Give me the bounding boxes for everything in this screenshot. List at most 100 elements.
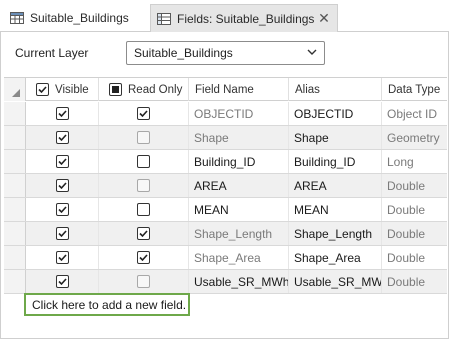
fields-table-icon <box>157 12 171 25</box>
table-icon <box>10 12 24 24</box>
alias-cell[interactable]: AREA <box>289 174 382 197</box>
visible-checkbox[interactable] <box>55 251 69 264</box>
data-type-cell[interactable]: Double <box>382 270 447 293</box>
tab-label: Suitable_Buildings <box>30 11 129 25</box>
close-icon[interactable]: ✕ <box>317 10 331 26</box>
visible-checkbox[interactable] <box>55 131 69 144</box>
read-only-cell[interactable] <box>99 126 189 149</box>
alias-cell[interactable]: Shape <box>289 126 382 149</box>
alias-cell[interactable]: Building_ID <box>289 150 382 173</box>
column-header-field-name[interactable]: Field Name <box>189 78 289 101</box>
visible-checkbox[interactable] <box>55 107 69 120</box>
table-row[interactable]: OBJECTID OBJECTID Object ID <box>4 102 447 126</box>
tab-suitable-buildings[interactable]: Suitable_Buildings <box>4 4 150 32</box>
data-type-cell[interactable]: Geometry <box>382 126 447 149</box>
visible-cell[interactable] <box>26 246 99 269</box>
column-header-data-type[interactable]: Data Type <box>382 78 447 101</box>
corner-triangle-icon <box>12 89 20 97</box>
visible-cell[interactable] <box>26 222 99 245</box>
row-selector[interactable] <box>4 150 26 173</box>
data-type-cell[interactable]: Double <box>382 174 447 197</box>
visible-cell[interactable] <box>26 198 99 221</box>
read-only-cell[interactable] <box>99 198 189 221</box>
read-only-cell[interactable] <box>99 150 189 173</box>
read-only-cell[interactable] <box>99 222 189 245</box>
row-selector[interactable] <box>4 222 26 245</box>
visible-checkbox[interactable] <box>55 155 69 168</box>
select-all-corner[interactable] <box>4 78 26 101</box>
data-type-cell[interactable]: Object ID <box>382 102 447 125</box>
read-only-checkbox <box>137 275 150 288</box>
field-name-cell[interactable]: Shape_Length <box>189 222 289 245</box>
column-header-read-only[interactable]: Read Only <box>99 78 189 101</box>
table-row[interactable]: Shape Shape Geometry <box>4 126 447 150</box>
row-selector[interactable] <box>4 198 26 221</box>
row-selector[interactable] <box>4 174 26 197</box>
table-row[interactable]: Building_ID Building_ID Long <box>4 150 447 174</box>
read-only-all-checkbox[interactable] <box>109 83 122 96</box>
row-selector[interactable] <box>4 126 26 149</box>
read-only-checkbox <box>137 179 150 192</box>
visible-checkbox[interactable] <box>55 203 69 216</box>
read-only-cell[interactable] <box>99 246 189 269</box>
field-name-cell[interactable]: Shape_Area <box>189 246 289 269</box>
chevron-down-icon <box>307 49 317 55</box>
current-layer-label: Current Layer <box>15 46 89 60</box>
tab-strip: Suitable_Buildings Fields: Suitable_Buil… <box>0 0 449 32</box>
table-row[interactable]: Usable_SR_MWh Usable_SR_MWh Double <box>4 270 447 294</box>
field-name-cell[interactable]: Shape <box>189 126 289 149</box>
visible-checkbox[interactable] <box>55 227 69 240</box>
tab-label: Fields: Suitable_Buildings <box>177 11 315 26</box>
visible-cell[interactable] <box>26 270 99 293</box>
column-header-label: Visible <box>55 83 89 96</box>
field-name-cell[interactable]: OBJECTID <box>189 102 289 125</box>
read-only-checkbox[interactable] <box>137 155 150 168</box>
field-name-cell[interactable]: Building_ID <box>189 150 289 173</box>
tab-fields[interactable]: Fields: Suitable_Buildings ✕ <box>150 4 338 32</box>
alias-cell[interactable]: Shape_Length <box>289 222 382 245</box>
alias-cell[interactable]: Shape_Area <box>289 246 382 269</box>
current-layer-dropdown[interactable]: Suitable_Buildings <box>126 41 325 65</box>
table-row[interactable]: MEAN MEAN Double <box>4 198 447 222</box>
column-header-label: Field Name <box>195 83 254 96</box>
visible-cell[interactable] <box>26 174 99 197</box>
row-selector[interactable] <box>4 270 26 293</box>
read-only-checkbox <box>137 131 150 144</box>
read-only-cell[interactable] <box>99 270 189 293</box>
visible-cell[interactable] <box>26 126 99 149</box>
visible-checkbox[interactable] <box>55 179 69 192</box>
alias-cell[interactable]: Usable_SR_MWh <box>289 270 382 293</box>
visible-cell[interactable] <box>26 102 99 125</box>
fields-grid: Visible Read Only Field Name Alias Data … <box>4 77 447 317</box>
row-selector[interactable] <box>4 246 26 269</box>
current-layer-value: Suitable_Buildings <box>134 46 233 60</box>
read-only-checkbox[interactable] <box>137 203 150 216</box>
alias-cell[interactable]: OBJECTID <box>289 102 382 125</box>
grid-header: Visible Read Only Field Name Alias Data … <box>4 78 447 101</box>
data-type-cell[interactable]: Long <box>382 150 447 173</box>
field-name-cell[interactable]: AREA <box>189 174 289 197</box>
column-header-alias[interactable]: Alias <box>289 78 382 101</box>
alias-cell[interactable]: MEAN <box>289 198 382 221</box>
data-type-cell[interactable]: Double <box>382 198 447 221</box>
table-row[interactable]: Shape_Area Shape_Area Double <box>4 246 447 270</box>
table-row[interactable]: AREA AREA Double <box>4 174 447 198</box>
field-name-cell[interactable]: MEAN <box>189 198 289 221</box>
read-only-checkbox[interactable] <box>137 107 150 120</box>
add-new-field-button[interactable]: Click here to add a new field. <box>24 293 190 316</box>
visible-cell[interactable] <box>26 150 99 173</box>
column-header-label: Alias <box>295 83 320 96</box>
row-selector[interactable] <box>4 102 26 125</box>
visible-all-checkbox[interactable] <box>36 83 49 96</box>
data-type-cell[interactable]: Double <box>382 222 447 245</box>
column-header-visible[interactable]: Visible <box>26 78 99 101</box>
visible-checkbox[interactable] <box>55 275 69 288</box>
read-only-checkbox[interactable] <box>137 251 150 264</box>
table-row[interactable]: Shape_Length Shape_Length Double <box>4 222 447 246</box>
read-only-checkbox[interactable] <box>137 227 150 240</box>
field-name-cell[interactable]: Usable_SR_MWh <box>189 270 289 293</box>
column-header-label: Data Type <box>388 83 441 96</box>
data-type-cell[interactable]: Double <box>382 246 447 269</box>
read-only-cell[interactable] <box>99 174 189 197</box>
read-only-cell[interactable] <box>99 102 189 125</box>
